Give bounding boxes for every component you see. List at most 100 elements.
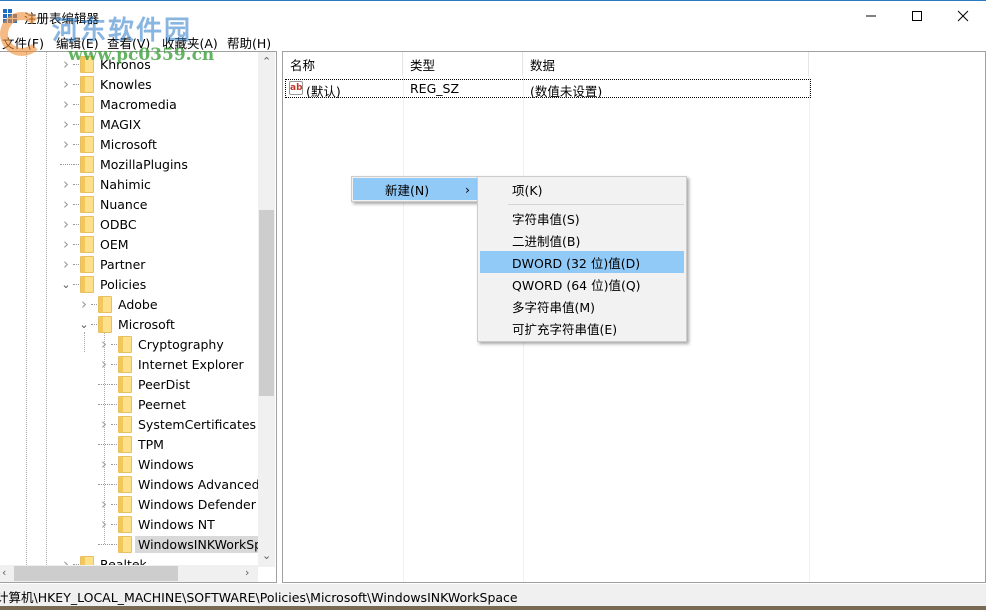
tree-item[interactable]: › Internet Explorer (98, 354, 244, 374)
scroll-right-icon[interactable]: › (245, 566, 249, 579)
submenu-item-dword-value[interactable]: DWORD (32 位)值(D) (480, 251, 684, 273)
expand-chevron-icon[interactable]: › (60, 75, 72, 93)
column-header-type[interactable]: 类型 (403, 52, 523, 76)
tree-item[interactable]: › Nahimic (60, 174, 151, 194)
submenu-item-string-value[interactable]: 字符串值(S) (480, 207, 684, 229)
expand-chevron-icon[interactable]: › (98, 515, 110, 533)
submenu-item-binary-value[interactable]: 二进制值(B) (480, 229, 684, 251)
tree-connector (111, 463, 117, 465)
tree-item[interactable]: › Windows Defender (98, 494, 256, 514)
context-menu-new[interactable]: 新建(N) › (353, 178, 477, 200)
tree-item-label: Khronos (100, 56, 151, 72)
tree-item[interactable]: › ODBC (60, 214, 137, 234)
tree-item-label: OEM (100, 236, 129, 252)
tree-connector (111, 343, 117, 345)
submenu-item-dword-value-label: DWORD (32 位)值(D) (512, 255, 641, 271)
tree-vertical-scroll-thumb[interactable] (259, 210, 274, 396)
folder-icon (118, 495, 132, 513)
tree-connector (91, 303, 97, 305)
submenu-item-expandable-string-value[interactable]: 可扩充字符串值(E) (480, 317, 684, 339)
tree-item[interactable]: PeerDist (98, 374, 190, 394)
expand-chevron-icon[interactable]: › (60, 235, 72, 253)
tree-vertical-scrollbar[interactable]: ⌃ ⌄ (258, 52, 275, 567)
registry-tree[interactable]: › Khronos › Knowles › Macromedia › MAGIX › Micros… (0, 51, 277, 583)
tree-item[interactable]: › Microsoft (60, 134, 157, 154)
expand-chevron-icon[interactable]: › (98, 495, 110, 513)
expand-chevron-icon[interactable]: › (78, 295, 90, 313)
tree-item[interactable]: WindowsINKWorkSp (98, 534, 266, 554)
folder-icon (80, 155, 94, 173)
tree-item[interactable]: › SystemCertificates (98, 414, 256, 434)
expand-chevron-icon[interactable]: › (98, 355, 110, 373)
expand-chevron-icon[interactable]: › (60, 135, 72, 153)
expand-chevron-icon[interactable]: › (60, 175, 72, 193)
tree-item[interactable]: Windows Advanced T (98, 474, 271, 494)
scroll-down-icon[interactable]: ⌄ (262, 549, 271, 562)
tree-item[interactable]: › Partner (60, 254, 145, 274)
maximize-button[interactable] (894, 1, 940, 31)
menu-help[interactable]: 帮助(H) (227, 33, 271, 52)
scroll-left-icon[interactable]: ‹ (2, 566, 6, 579)
menu-favorites[interactable]: 收藏夹(A) (162, 33, 218, 52)
expand-chevron-icon[interactable]: › (98, 455, 110, 473)
expand-chevron-icon[interactable]: › (60, 115, 72, 133)
tree-item[interactable]: Peernet (98, 394, 186, 414)
tree-item-label: MAGIX (100, 116, 142, 132)
menu-edit[interactable]: 编辑(E) (56, 33, 99, 52)
folder-icon (80, 135, 94, 153)
tree-connector (73, 123, 79, 125)
expand-chevron-icon[interactable]: › (60, 195, 72, 213)
tree-item[interactable]: › Nuance (60, 194, 147, 214)
tree-item-label: Microsoft (100, 136, 157, 152)
expand-chevron-icon[interactable]: › (60, 95, 72, 113)
tree-item[interactable]: › MAGIX (60, 114, 141, 134)
tree-item[interactable]: › Khronos (60, 54, 151, 74)
tree-item[interactable]: › Macromedia (60, 94, 177, 114)
tree-item[interactable]: › Windows NT (98, 514, 215, 534)
tree-item[interactable]: › Adobe (78, 294, 158, 314)
expand-chevron-icon[interactable]: › (98, 415, 110, 433)
submenu-item-key[interactable]: 项(K) (480, 178, 684, 200)
close-button[interactable] (940, 1, 986, 31)
tree-item[interactable]: › OEM (60, 234, 129, 254)
tree-item[interactable]: ⌄ Policies (60, 274, 146, 294)
tree-item-label: Windows Advanced T (138, 476, 272, 492)
folder-icon (80, 55, 94, 73)
tree-horizontal-scrollbar[interactable]: ‹ › (0, 565, 258, 582)
tree-item[interactable]: › Windows (98, 454, 194, 474)
scroll-up-icon[interactable]: ⌃ (262, 55, 271, 68)
minimize-button[interactable] (848, 1, 894, 31)
column-header-data[interactable]: 数据 (523, 52, 809, 76)
submenu-item-qword-value[interactable]: QWORD (64 位)值(Q) (480, 273, 684, 295)
tree-item-label: Nahimic (100, 176, 151, 192)
expand-chevron-icon[interactable]: › (98, 335, 110, 353)
tree-connector (73, 183, 79, 185)
expand-chevron-icon[interactable]: › (60, 255, 72, 273)
menu-file[interactable]: 文件(F) (2, 33, 44, 52)
tree-item[interactable]: › Knowles (60, 74, 152, 94)
tree-connector (111, 423, 117, 425)
menu-view[interactable]: 查看(V) (107, 33, 150, 52)
tree-item-label: Policies (100, 276, 147, 292)
collapse-chevron-icon[interactable]: ⌄ (60, 278, 72, 291)
collapse-chevron-icon[interactable]: ⌄ (78, 318, 90, 331)
context-menu-new-label: 新建(N) (385, 182, 430, 198)
close-icon (957, 10, 969, 22)
column-header-name[interactable]: 名称 (283, 52, 403, 76)
value-data: (数值未设置) (530, 84, 603, 99)
expand-chevron-icon[interactable]: › (60, 55, 72, 73)
expand-chevron-icon[interactable]: › (60, 215, 72, 233)
tree-item[interactable]: ⌄ Microsoft (78, 314, 175, 334)
folder-icon (118, 535, 132, 553)
tree-horizontal-scroll-thumb[interactable] (14, 566, 178, 581)
tree-item[interactable]: MozillaPlugins (60, 154, 188, 174)
column-header-name-label: 名称 (290, 57, 316, 73)
tree-connector (98, 543, 110, 545)
tree-item[interactable]: TPM (98, 434, 164, 454)
desktop-strip (0, 606, 986, 610)
value-name: (默认) (306, 84, 341, 99)
tree-item-label: Partner (100, 256, 146, 272)
tree-item[interactable]: › Cryptography (98, 334, 224, 354)
submenu-item-multi-string-value[interactable]: 多字符串值(M) (480, 295, 684, 317)
list-row-default[interactable]: ab (默认) REG_SZ (数值未设置) (285, 79, 811, 99)
